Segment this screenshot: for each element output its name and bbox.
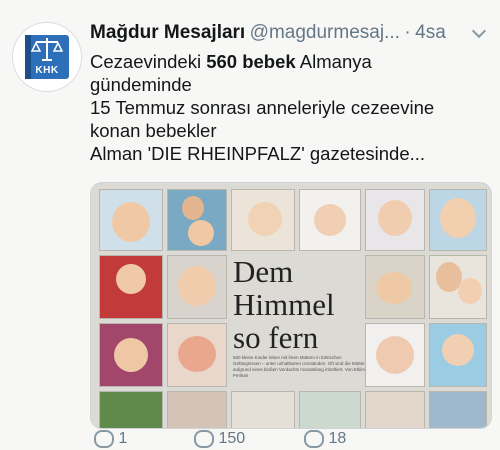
baby-face — [314, 204, 346, 236]
baby-face — [188, 220, 214, 246]
baby-photo — [231, 189, 295, 251]
baby-photo — [365, 323, 425, 387]
tweet-text-line: 15 Temmuz sonrası anneleriyle cezeevine — [90, 97, 435, 118]
headline-line: Himmel — [233, 287, 335, 322]
baby-face — [116, 264, 146, 294]
reply-button[interactable]: 1 — [94, 430, 127, 448]
baby-face — [178, 266, 216, 306]
heart-icon — [304, 430, 324, 448]
attached-image[interactable]: Dem Himmel so fern 560 kleine Kinder leb… — [90, 182, 492, 429]
tweet-text-line: Cezaevindeki 560 bebek Almanya — [90, 50, 490, 73]
baby-face — [114, 338, 148, 372]
baby-photo — [365, 391, 425, 428]
tweet-text-line: gündeminde — [90, 74, 192, 95]
tweet-text-line: konan bebekler — [90, 120, 217, 141]
like-button[interactable]: 18 — [304, 430, 346, 448]
reply-icon — [94, 430, 114, 448]
baby-photo — [299, 189, 361, 251]
retweet-button[interactable]: 150 — [194, 430, 245, 448]
chevron-down-icon[interactable] — [470, 24, 488, 42]
baby-face — [248, 202, 282, 236]
baby-face — [376, 272, 412, 304]
baby-face — [112, 202, 150, 242]
article-subtext: 560 kleine Kinder leben mit ihren Mütter… — [233, 355, 365, 378]
text-segment: Almanya — [295, 51, 372, 72]
retweet-icon — [194, 430, 214, 448]
baby-photo — [99, 323, 163, 387]
user-handle[interactable]: @magdurmesaj... — [250, 22, 400, 43]
avatar[interactable]: KHK — [12, 22, 82, 92]
baby-photo — [167, 189, 227, 251]
text-segment: Cezaevindeki — [90, 51, 207, 72]
baby-photo — [167, 391, 227, 428]
baby-face — [376, 336, 414, 374]
scales-of-justice-icon — [30, 38, 64, 61]
baby-photo — [429, 391, 487, 428]
baby-photo — [429, 255, 487, 319]
baby-photo — [99, 255, 163, 319]
tweet-text-line: Alman 'DIE RHEINPFALZ' gazetesinde... — [90, 143, 426, 164]
baby-face — [458, 278, 482, 304]
baby-face — [440, 198, 476, 238]
tweet-header: Mağdur Mesajları @magdurmesaj... · 4sa — [90, 22, 490, 48]
baby-photo — [99, 189, 163, 251]
headline-line: Dem — [233, 254, 294, 289]
retweet-count: 150 — [218, 430, 246, 447]
avatar-logo-text: KHK — [35, 65, 59, 76]
baby-face — [182, 196, 204, 220]
baby-face — [442, 334, 474, 366]
like-count: 18 — [328, 430, 347, 447]
baby-photo — [99, 391, 163, 428]
baby-photo — [299, 391, 361, 428]
tweet-text: Cezaevindeki 560 bebek Almanya gündemind… — [90, 50, 490, 165]
baby-photo — [365, 189, 425, 251]
baby-face — [178, 336, 216, 372]
baby-photo — [429, 189, 487, 251]
baby-photo — [167, 323, 227, 387]
timestamp[interactable]: 4sa — [415, 22, 446, 43]
baby-photo — [429, 323, 487, 387]
article-headline: Dem Himmel so fern — [233, 255, 365, 354]
separator-dot: · — [404, 22, 411, 43]
baby-photo — [231, 391, 295, 428]
tweet-actions: 1 150 18 — [90, 430, 490, 450]
baby-photo — [365, 255, 425, 319]
display-name[interactable]: Mağdur Mesajları — [90, 22, 245, 43]
headline-line: so fern — [233, 320, 319, 355]
reply-count: 1 — [118, 430, 128, 447]
bold-text: 560 bebek — [206, 51, 296, 72]
tweet-card[interactable]: KHK Mağdur Mesajları @magdurmesaj... · 4… — [0, 0, 500, 448]
baby-photo — [167, 255, 227, 319]
baby-face — [378, 200, 412, 236]
